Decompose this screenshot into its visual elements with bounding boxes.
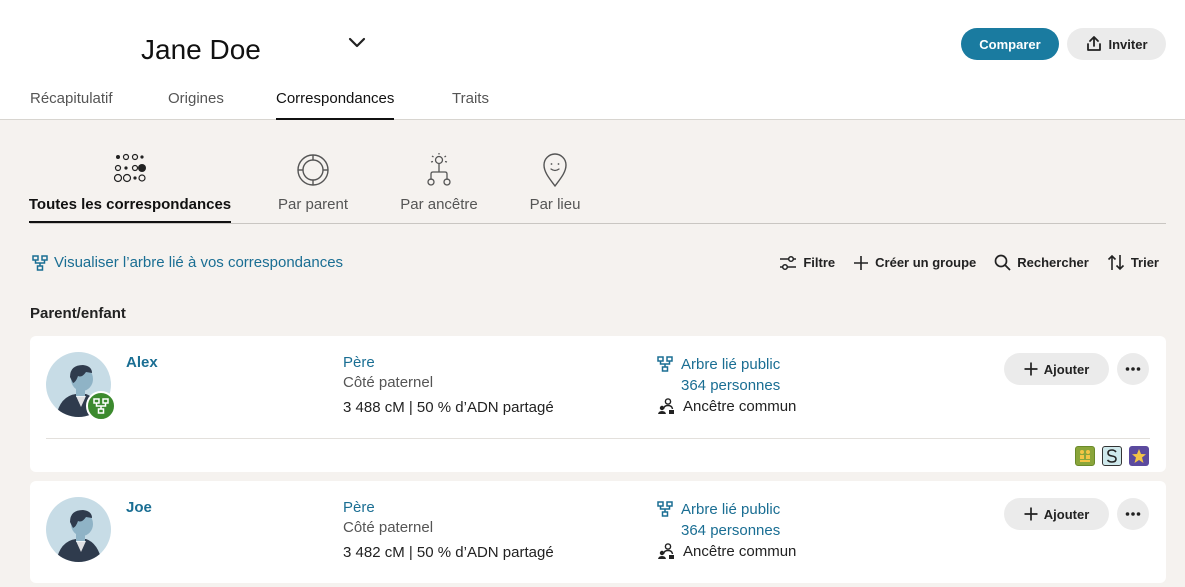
invite-button[interactable]: Inviter: [1067, 28, 1166, 60]
subtab-parent-label: Par parent: [277, 196, 349, 213]
create-group-label: Créer un groupe: [875, 255, 977, 270]
page-header: Jane Doe Comparer Inviter Récapitulatif …: [0, 0, 1185, 120]
avatar[interactable]: [46, 497, 111, 562]
visualize-tree-label: Visualiser l’arbre lié à vos corresponda…: [54, 254, 344, 271]
tab-origins[interactable]: Origines: [168, 90, 224, 120]
compare-button[interactable]: Comparer: [961, 28, 1059, 60]
create-group-button[interactable]: Créer un groupe: [853, 254, 976, 271]
more-options-button[interactable]: [1117, 498, 1149, 530]
match-side: Côté paternel: [343, 374, 434, 391]
match-toolbar: Filtre Créer un groupe Rechercher Trier: [779, 254, 1159, 271]
match-subtabs: Toutes les correspondances Par parent Pa…: [28, 120, 1166, 224]
parent-circle-icon: [297, 154, 329, 186]
common-ancestor-label: Ancêtre commun: [683, 542, 797, 560]
plus-icon: [854, 255, 869, 270]
main-content: Toutes les correspondances Par parent Pa…: [0, 120, 1185, 587]
people-icon: [658, 543, 674, 559]
sort-arrows-icon: [1107, 254, 1124, 271]
all-matches-icon: [113, 153, 146, 183]
match-relationship[interactable]: Père: [343, 499, 375, 516]
group-icons: [1075, 446, 1149, 466]
search-icon: [994, 254, 1011, 271]
tab-summary[interactable]: Récapitulatif: [30, 90, 113, 120]
plus-icon: [1024, 362, 1038, 376]
ancestor-tree-icon: [427, 153, 451, 186]
people-group-icon[interactable]: [1075, 446, 1095, 466]
filter-label: Filtre: [803, 255, 836, 270]
star-icon[interactable]: [1129, 446, 1149, 466]
subtab-by-parent[interactable]: Par parent: [268, 150, 358, 221]
tree-icon: [93, 398, 109, 414]
linked-tree-badge: [86, 391, 116, 421]
subtab-all-matches[interactable]: Toutes les correspondances: [28, 150, 232, 223]
subtab-by-ancestor[interactable]: Par ancêtre: [394, 150, 484, 221]
section-title: Parent/enfant: [30, 305, 126, 322]
common-ancestor-label: Ancêtre commun: [683, 397, 797, 415]
invite-label: Inviter: [1108, 36, 1148, 52]
add-button[interactable]: Ajouter: [1004, 498, 1109, 530]
match-name[interactable]: Joe: [126, 499, 152, 516]
filter-button[interactable]: Filtre: [779, 254, 835, 271]
match-relationship[interactable]: Père: [343, 354, 375, 371]
match-name[interactable]: Alex: [126, 354, 158, 371]
people-icon: [658, 398, 674, 414]
linked-tree-link[interactable]: Arbre lié public 364 personnes: [657, 354, 780, 396]
tree-label: Arbre lié public: [681, 356, 781, 373]
subtab-location-label: Par lieu: [529, 196, 581, 213]
sort-button[interactable]: Trier: [1107, 254, 1159, 271]
tree-label: Arbre lié public: [681, 501, 781, 518]
common-ancestor[interactable]: Ancêtre commun: [657, 542, 796, 560]
profile-name: Jane Doe: [141, 34, 261, 65]
filter-sliders-icon: [780, 255, 797, 270]
more-options-button[interactable]: [1117, 353, 1149, 385]
tree-count: 364 personnes: [681, 522, 781, 539]
tree-icon: [32, 254, 48, 271]
location-pin-icon: [543, 153, 567, 188]
tab-traits[interactable]: Traits: [452, 90, 489, 120]
tree-icon: [657, 501, 673, 517]
sort-label: Trier: [1130, 255, 1159, 270]
search-button[interactable]: Rechercher: [994, 254, 1089, 271]
s-letter-icon[interactable]: [1102, 446, 1122, 466]
chevron-down-icon[interactable]: [346, 34, 368, 52]
subtab-all-label: Toutes les correspondances: [28, 196, 232, 223]
visualize-tree-link[interactable]: Visualiser l’arbre lié à vos corresponda…: [32, 254, 343, 271]
match-card: Joe Père Côté paternel 3 482 cM | 50 % d…: [30, 481, 1166, 583]
subtab-ancestor-label: Par ancêtre: [400, 196, 478, 213]
tree-icon: [657, 356, 673, 372]
add-button[interactable]: Ajouter: [1004, 353, 1109, 385]
tab-matches[interactable]: Correspondances: [276, 90, 395, 120]
plus-icon: [1024, 507, 1038, 521]
tree-count: 364 personnes: [681, 377, 781, 394]
match-shared-dna: 3 482 cM | 50 % d’ADN partagé: [343, 544, 554, 561]
person-silhouette-icon: [56, 510, 102, 562]
more-dots-icon: [1125, 367, 1141, 371]
linked-tree-link[interactable]: Arbre lié public 364 personnes: [657, 499, 780, 541]
card-divider: [46, 438, 1150, 439]
add-label: Ajouter: [1043, 506, 1090, 522]
match-card: Alex Père Côté paternel 3 488 cM | 50 % …: [30, 336, 1166, 472]
search-label: Rechercher: [1017, 255, 1089, 270]
match-shared-dna: 3 488 cM | 50 % d’ADN partagé: [343, 399, 554, 416]
match-side: Côté paternel: [343, 519, 434, 536]
more-dots-icon: [1125, 512, 1141, 516]
common-ancestor[interactable]: Ancêtre commun: [657, 397, 796, 415]
subtab-by-location[interactable]: Par lieu: [520, 150, 590, 221]
share-icon: [1087, 36, 1102, 51]
add-label: Ajouter: [1043, 361, 1090, 377]
